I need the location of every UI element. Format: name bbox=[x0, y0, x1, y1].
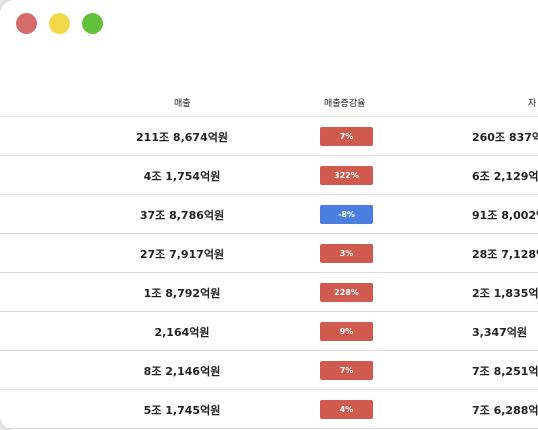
growth-badge: 9% bbox=[320, 322, 373, 341]
header-growth[interactable]: 매출증감율 bbox=[324, 96, 365, 109]
assets-cell: 28조 7,128억원 bbox=[472, 248, 538, 261]
revenue-cell: 1조 8,792억원 bbox=[143, 287, 221, 300]
revenue-cell: 2,164억원 bbox=[154, 326, 210, 339]
table-row[interactable]: 37조 8,786억원 -8% 91조 8,002억원 bbox=[0, 195, 538, 234]
assets-cell: 3,347억원 bbox=[472, 326, 528, 339]
growth-badge: -8% bbox=[320, 205, 373, 224]
assets-cell: 260조 837억원 bbox=[472, 131, 538, 144]
close-window-button[interactable] bbox=[16, 13, 37, 34]
table-row[interactable]: 2,164억원 9% 3,347억원 bbox=[0, 312, 538, 351]
table-row[interactable]: 8조 2,146억원 7% 7조 8,251억원 bbox=[0, 351, 538, 390]
growth-badge: 3% bbox=[320, 244, 373, 263]
table-row[interactable]: 211조 8,674억원 7% 260조 837억원 bbox=[0, 117, 538, 156]
header-revenue[interactable]: 매출 bbox=[174, 96, 191, 109]
table-row[interactable]: 27조 7,917억원 3% 28조 7,128억원 bbox=[0, 234, 538, 273]
revenue-cell: 27조 7,917억원 bbox=[139, 248, 225, 261]
growth-badge: 4% bbox=[320, 400, 373, 419]
growth-badge: 7% bbox=[320, 361, 373, 380]
assets-cell: 91조 8,002억원 bbox=[472, 209, 538, 222]
table-header: 매출 매출증감율 자 bbox=[0, 88, 538, 117]
table-row[interactable]: 4조 1,754억원 322% 6조 2,129억원 bbox=[0, 156, 538, 195]
app-window: 매출 매출증감율 자 211조 8,674억원 7% 260조 837억원 4조 1,… bbox=[0, 0, 538, 430]
assets-cell: 7조 6,288억원 bbox=[472, 404, 538, 417]
revenue-cell: 37조 8,786억원 bbox=[139, 209, 225, 222]
revenue-cell: 4조 1,754억원 bbox=[143, 170, 221, 183]
window-controls bbox=[16, 13, 103, 34]
growth-badge: 7% bbox=[320, 127, 373, 146]
revenue-cell: 5조 1,745억원 bbox=[143, 404, 221, 417]
header-assets[interactable]: 자 bbox=[528, 96, 536, 109]
minimize-window-button[interactable] bbox=[49, 13, 70, 34]
company-table: 매출 매출증감율 자 211조 8,674억원 7% 260조 837억원 4조 1,… bbox=[0, 88, 538, 429]
assets-cell: 2조 1,835억원 bbox=[472, 287, 538, 300]
zoom-window-button[interactable] bbox=[82, 13, 103, 34]
revenue-cell: 8조 2,146억원 bbox=[143, 365, 221, 378]
table-body: 211조 8,674억원 7% 260조 837억원 4조 1,754억원 322% 6조… bbox=[0, 117, 538, 429]
table-row[interactable]: 1조 8,792억원 228% 2조 1,835억원 bbox=[0, 273, 538, 312]
assets-cell: 7조 8,251억원 bbox=[472, 365, 538, 378]
revenue-cell: 211조 8,674억원 bbox=[136, 131, 228, 144]
growth-badge: 228% bbox=[320, 283, 373, 302]
table-row[interactable]: 5조 1,745억원 4% 7조 6,288억원 bbox=[0, 390, 538, 429]
growth-badge: 322% bbox=[320, 166, 373, 185]
assets-cell: 6조 2,129억원 bbox=[472, 170, 538, 183]
